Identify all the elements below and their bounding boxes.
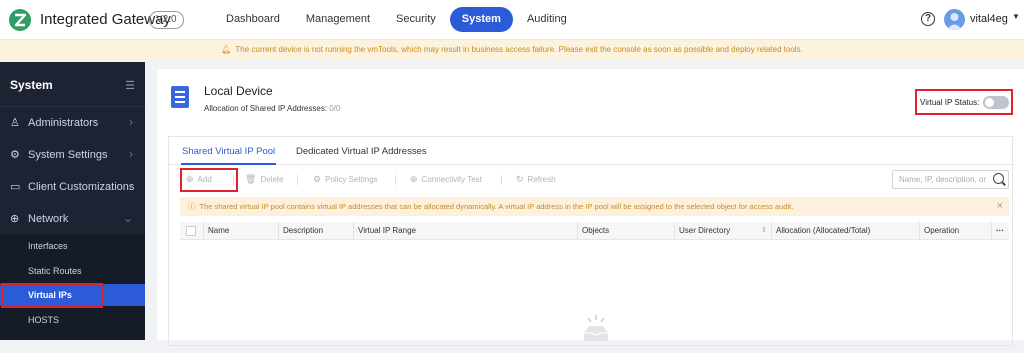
empty-box-icon [584,315,608,341]
add-button[interactable]: ⊕ Add [186,174,212,185]
sidebar-title: System [10,78,53,92]
chevron-right-icon: › [129,179,133,193]
sidebar-item-network[interactable]: ⊕ Network ⌄ [0,205,145,233]
virtual-ip-status-toggle[interactable] [983,96,1009,109]
search-placeholder: Name, IP, description, or [899,175,987,184]
select-all-cell [180,222,203,240]
connectivity-test-button[interactable]: ⊕ Connectivity Test [410,174,482,185]
sidebar-item-label: Administrators [28,117,99,129]
chevron-right-icon: › [129,147,133,161]
policy-settings-label: Policy Settings [325,175,378,184]
sidebar-header: System ☰ [0,62,145,107]
nav-security[interactable]: Security [384,7,448,32]
gear-icon: ⚙ [313,174,322,184]
toolbar-divider [501,175,502,185]
connectivity-test-label: Connectivity Test [421,175,482,184]
column-objects[interactable]: Objects [577,222,674,240]
allocation-value: 0/0 [329,104,341,113]
sidebar-item-label: Client Customizations [28,181,135,193]
column-user-directory[interactable]: User Directory ⇕ [674,222,771,240]
tab-bar: Shared Virtual IP Pool Dedicated Virtual… [169,137,1012,165]
gear-icon: ⚙ [10,149,20,161]
info-icon: ⓘ [188,202,196,211]
toolbar-divider [233,175,234,185]
caret-down-icon[interactable]: ▼ [1012,12,1020,21]
sidebar-item-static-routes[interactable]: Static Routes [0,260,145,282]
policy-settings-button[interactable]: ⚙ Policy Settings [313,174,378,185]
trash-icon: 🗑︎ [245,174,257,184]
sidebar: System ☰ ♙ Administrators › ⚙ System Set… [0,62,145,340]
allocation-label: Allocation of Shared IP Addresses: [204,104,328,113]
bell-icon: 🔔︎ [221,45,232,54]
globe-icon: ⊕ [410,174,418,184]
search-input[interactable]: Name, IP, description, or [892,170,1009,189]
column-description[interactable]: Description [278,222,353,240]
nav-dashboard[interactable]: Dashboard [214,7,292,32]
delete-button[interactable]: 🗑︎ Delete [245,174,284,185]
refresh-button[interactable]: ↻ Refresh [516,174,556,185]
vip-panel: Shared Virtual IP Pool Dedicated Virtual… [168,136,1013,346]
sidebar-item-system-settings[interactable]: ⚙ System Settings › [0,141,145,169]
sidebar-item-administrators[interactable]: ♙ Administrators › [0,109,145,137]
toolbar-divider [395,175,396,185]
refresh-icon: ↻ [516,174,524,184]
sidebar-item-label: Network [28,213,69,225]
tab-dedicated-virtual-ip-addresses[interactable]: Dedicated Virtual IP Addresses [296,146,427,157]
table-header: Name Description Virtual IP Range Object… [180,222,1009,240]
sidebar-item-hosts[interactable]: HOSTS [0,309,145,331]
toolbar-divider [297,175,298,185]
column-name[interactable]: Name [203,222,278,240]
column-virtual-ip-range[interactable]: Virtual IP Range [353,222,577,240]
warning-text: The current device is not running the vm… [235,45,803,54]
column-user-directory-label: User Directory [679,226,731,235]
highlight-box [1,283,103,308]
help-icon[interactable]: ? [921,12,935,26]
sidebar-item-label: System Settings [28,149,108,161]
top-bar: Integrated Gateway V2.0 Dashboard Manage… [0,0,1024,40]
search-icon[interactable] [993,173,1004,184]
user-icon: ♙ [10,117,20,129]
main-content: Local Device Allocation of Shared IP Add… [157,69,1024,346]
chevron-right-icon: › [129,115,133,129]
info-notice: ⓘ The shared virtual IP pool contains vir… [180,197,1009,216]
virtual-ip-status: Virtual IP Status: [915,89,1013,115]
main-nav: Dashboard Management Security System Aud… [214,7,581,32]
chevron-down-icon: ⌄ [122,211,133,225]
version-badge: V2.0 [149,11,184,29]
more-columns-icon[interactable]: ··· [991,222,1009,240]
close-icon[interactable]: × [997,197,1003,216]
column-allocation[interactable]: Allocation (Allocated/Total) [771,222,919,240]
sidebar-item-interfaces[interactable]: Interfaces [0,235,145,257]
vmtools-warning-bar: 🔔︎ The current device is not running the … [0,40,1024,59]
plus-circle-icon: ⊕ [186,174,194,184]
virtual-ip-status-label: Virtual IP Status: [920,98,980,107]
select-all-checkbox[interactable] [186,226,196,236]
refresh-label: Refresh [527,175,556,184]
active-tab-indicator [181,163,276,165]
device-title: Local Device [204,84,273,98]
globe-icon: ⊕ [10,213,20,225]
user-avatar-icon [947,13,962,30]
avatar[interactable] [944,9,965,30]
nav-management[interactable]: Management [294,7,382,32]
delete-button-label: Delete [260,175,284,184]
monitor-icon: ▭ [10,181,21,193]
sidebar-item-client-customizations[interactable]: ▭ Client Customizations › [0,173,145,201]
document-icon [171,86,189,108]
nav-system[interactable]: System [449,7,513,32]
allocation-summary: Allocation of Shared IP Addresses: 0/0 [204,104,340,113]
column-operation[interactable]: Operation [919,222,991,240]
toolbar: ⊕ Add 🗑︎ Delete ⚙ Policy Settings ⊕ Connecti… [169,168,1012,192]
collapse-menu-icon[interactable]: ☰ [125,79,135,92]
add-button-label: Add [197,175,212,184]
logo-icon [9,9,31,31]
info-text: The shared virtual IP pool contains virt… [199,202,794,211]
sort-icon[interactable]: ⇕ [761,222,767,240]
username[interactable]: vital4eg [970,13,1008,25]
tab-shared-virtual-ip-pool[interactable]: Shared Virtual IP Pool [182,146,275,157]
nav-auditing[interactable]: Auditing [515,7,579,32]
